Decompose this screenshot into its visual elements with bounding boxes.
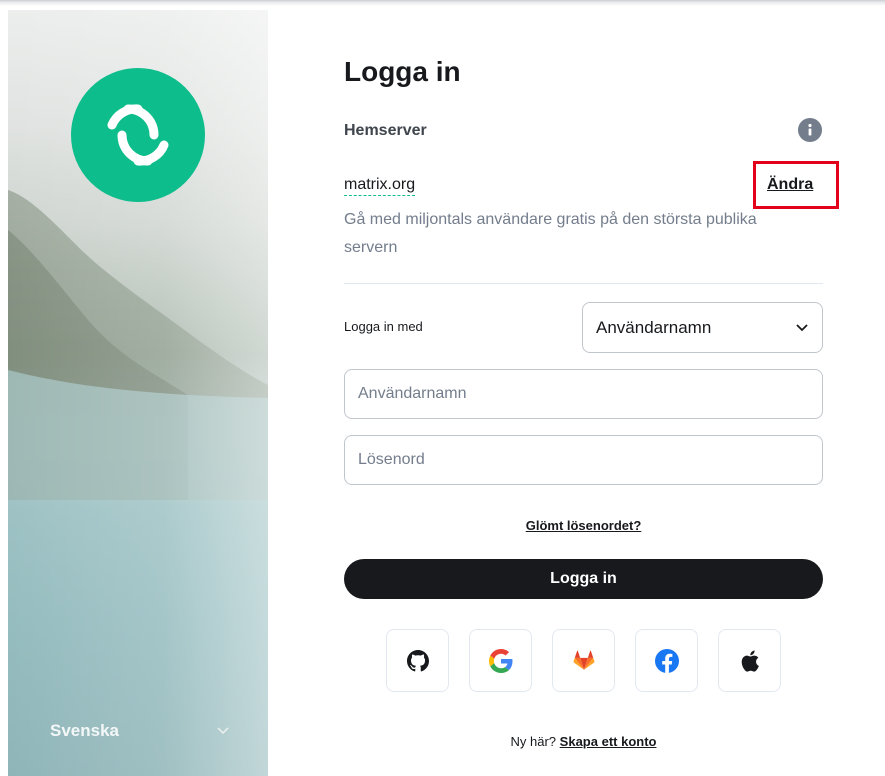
google-icon [488, 648, 512, 673]
auth-side-panel: Svenska [8, 10, 268, 776]
login-method-value: Användarnamn [596, 317, 712, 337]
change-homeserver-link[interactable]: Ändra [767, 176, 813, 194]
language-dropdown[interactable]: Svenska [50, 721, 230, 741]
language-label: Svenska [50, 721, 119, 740]
chevron-down-icon [216, 724, 230, 738]
sso-buttons [386, 629, 781, 692]
info-icon[interactable] [798, 118, 822, 142]
homeserver-description: Gå med miljontals användare gratis på de… [344, 211, 757, 256]
forgot-password-link[interactable]: Glömt lösenordet? [344, 518, 823, 533]
login-button[interactable]: Logga in [344, 559, 823, 599]
sso-github-button[interactable] [386, 629, 449, 692]
username-input[interactable] [344, 369, 823, 419]
apple-icon [741, 649, 759, 672]
sso-apple-button[interactable] [718, 629, 781, 692]
login-method-select[interactable]: Användarnamn [582, 302, 823, 353]
sso-facebook-button[interactable] [635, 629, 698, 692]
sso-google-button[interactable] [469, 629, 532, 692]
sso-gitlab-button[interactable] [552, 629, 615, 692]
chevron-down-icon [796, 322, 808, 334]
create-account-link[interactable]: Skapa ett konto [560, 734, 657, 749]
gitlab-icon [573, 650, 594, 670]
login-with-label: Logga in med [344, 319, 423, 334]
register-prompt: Ny här? Skapa ett konto [344, 734, 823, 749]
page-title: Logga in [344, 56, 461, 87]
homeserver-label: Hemserver [344, 122, 427, 139]
divider [344, 283, 823, 284]
register-prompt-text: Ny här? [510, 734, 557, 749]
homeserver-name: matrix.org [344, 176, 416, 196]
github-icon [406, 649, 429, 671]
element-logo-mark [107, 104, 169, 166]
facebook-icon [654, 648, 679, 673]
element-logo-icon [71, 68, 205, 202]
password-input[interactable] [344, 435, 823, 485]
